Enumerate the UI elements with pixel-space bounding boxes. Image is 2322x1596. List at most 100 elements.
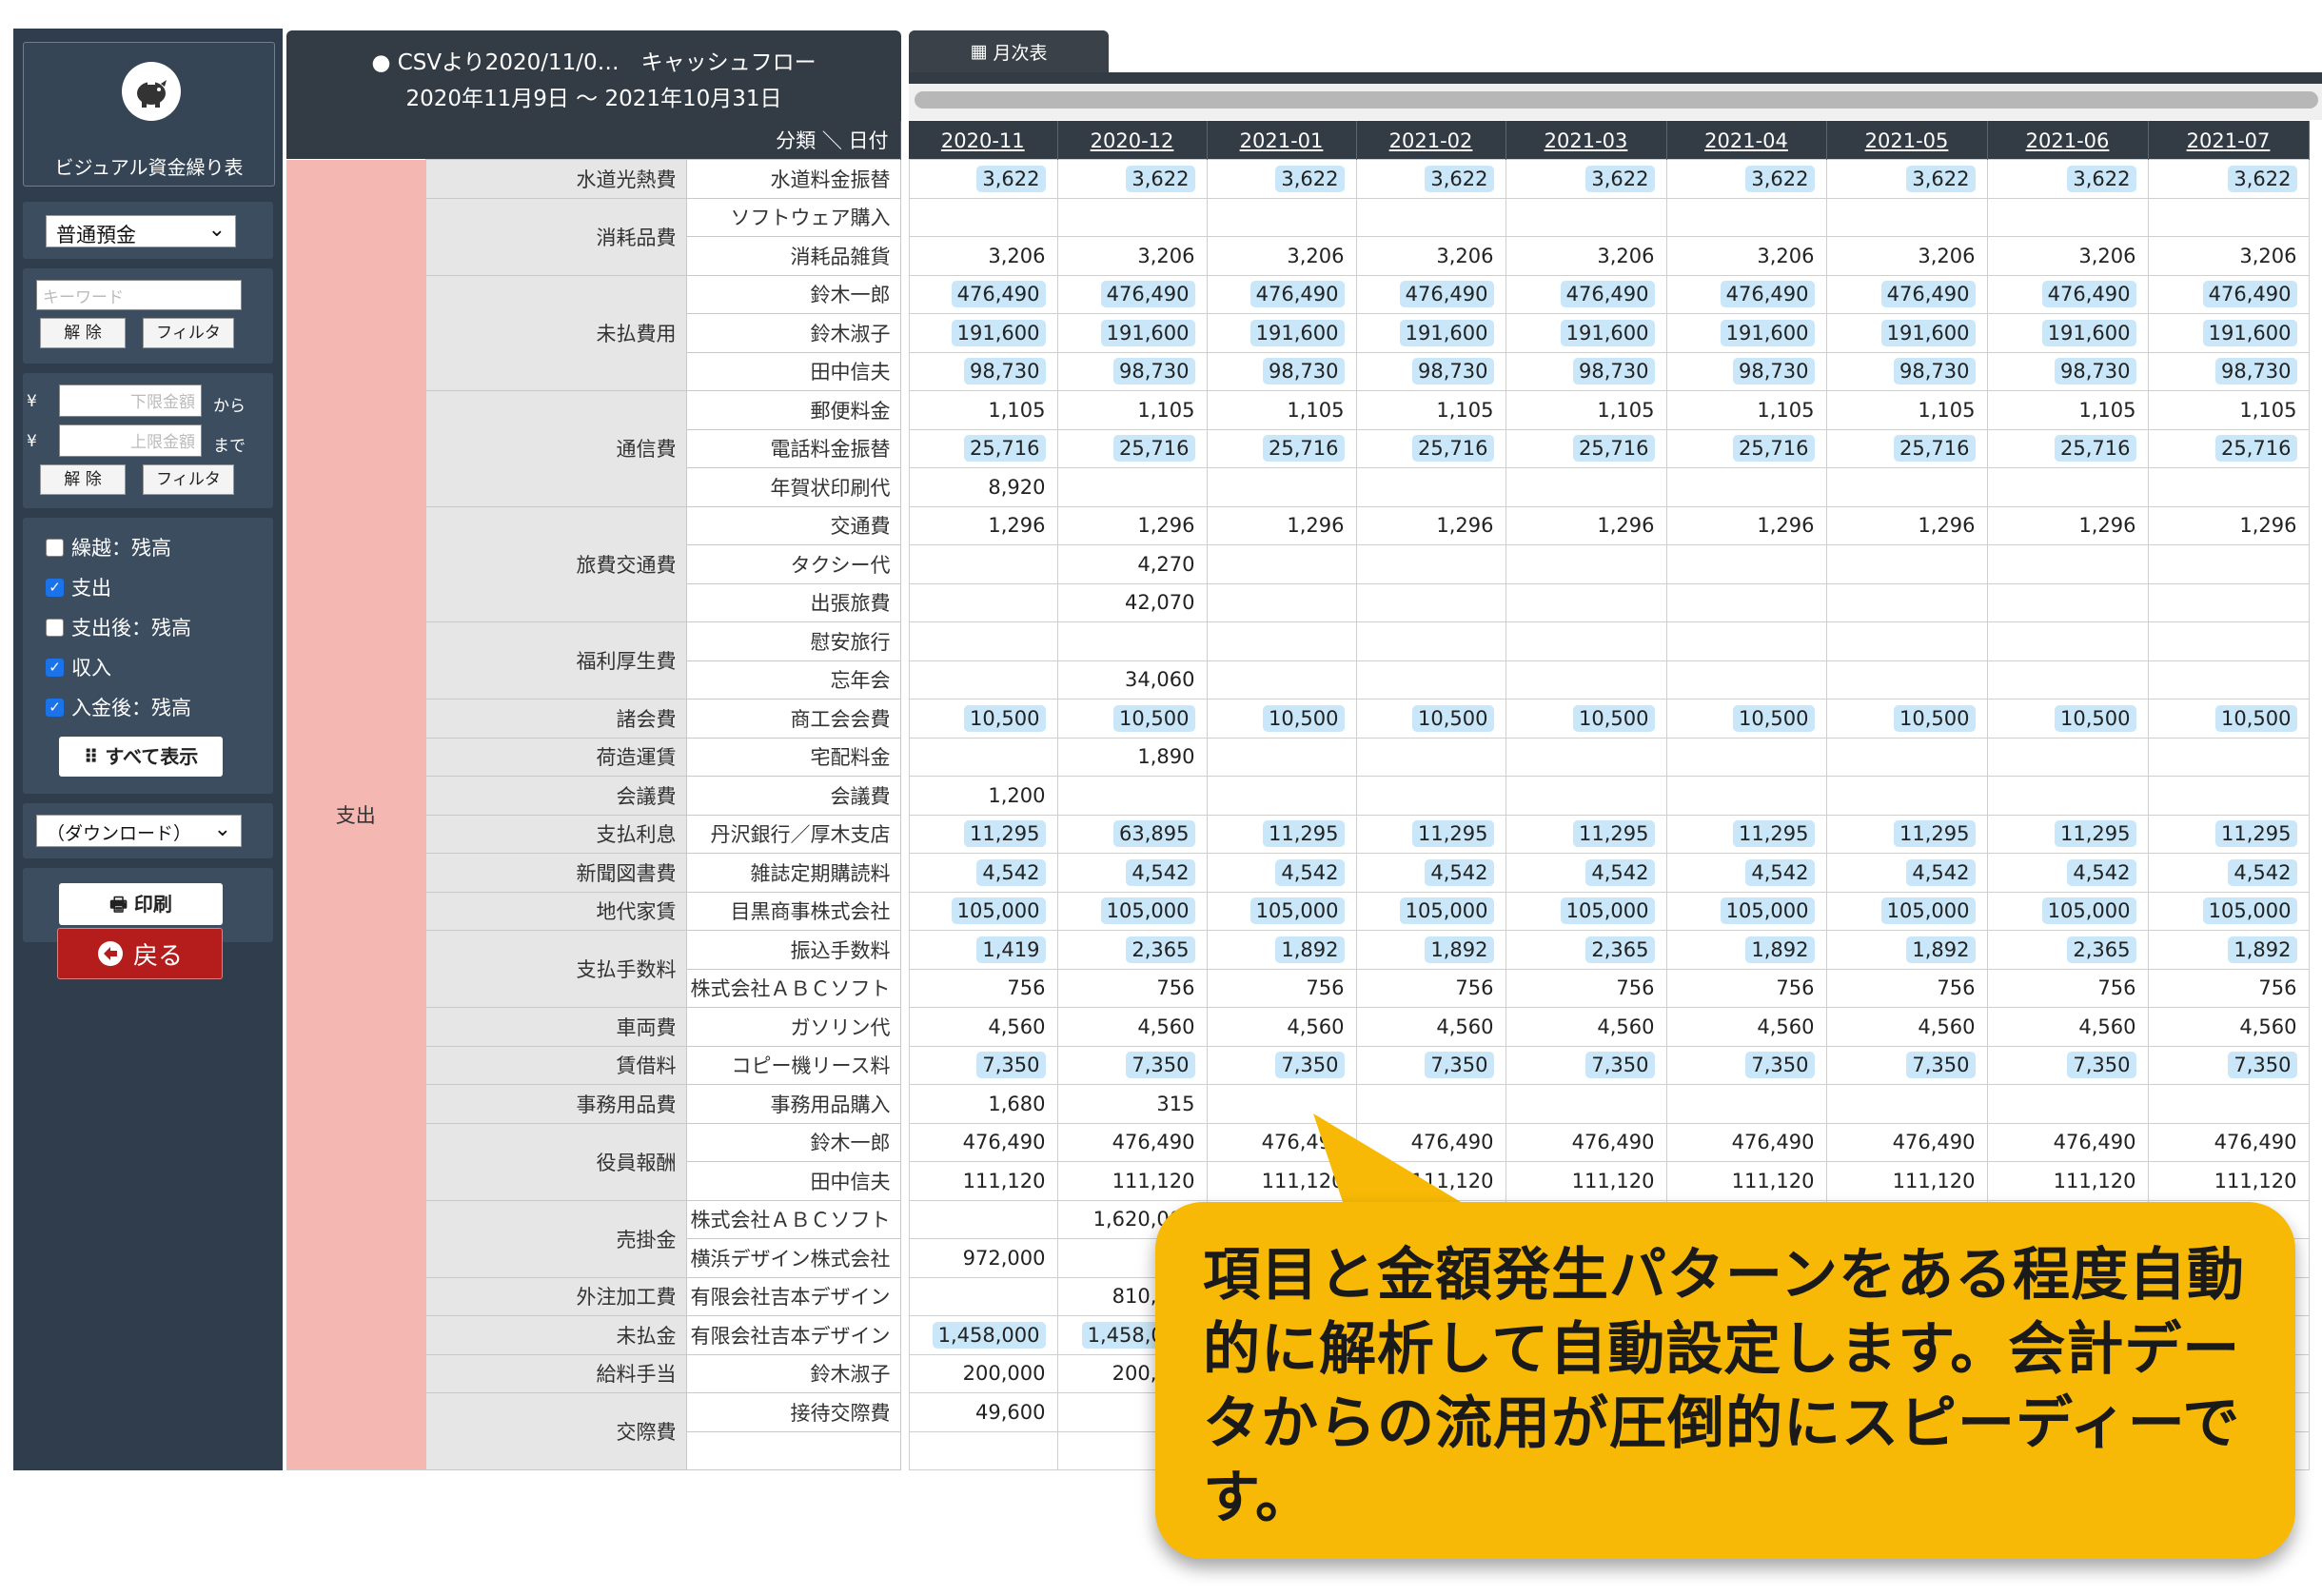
amount-cell[interactable]: 25,716 xyxy=(908,428,1058,468)
amount-cell[interactable]: 7,350 xyxy=(1505,1045,1667,1085)
amount-cell[interactable]: 105,000 xyxy=(1056,891,1208,931)
check-after-income-balance[interactable]: 入金後：残高 xyxy=(46,693,191,721)
category-cell[interactable]: 水道光熱費 xyxy=(424,159,687,199)
subcategory-cell[interactable]: 電話料金振替 xyxy=(685,428,901,468)
amount-cell[interactable]: 1,296 xyxy=(1355,505,1506,545)
amount-cell[interactable]: 10,500 xyxy=(1355,699,1506,739)
amount-cell[interactable]: 8,920 xyxy=(908,467,1058,507)
amount-cell[interactable] xyxy=(1505,1084,1667,1124)
amount-cell[interactable]: 1,105 xyxy=(1825,390,1988,430)
amount-cell[interactable]: 111,120 xyxy=(1505,1161,1667,1201)
amount-cell[interactable]: 1,892 xyxy=(2147,930,2310,970)
amount-cell[interactable]: 476,490 xyxy=(1505,1122,1667,1162)
subcategory-cell[interactable]: ガソリン代 xyxy=(685,1007,901,1047)
amount-cell[interactable]: 191,600 xyxy=(1355,313,1506,353)
amount-cell[interactable] xyxy=(908,621,1058,661)
amount-cell[interactable]: 756 xyxy=(1206,968,1357,1008)
amount-cell[interactable]: 1,296 xyxy=(1986,505,2149,545)
amount-cell[interactable]: 756 xyxy=(908,968,1058,1008)
checkbox[interactable] xyxy=(46,658,64,677)
amount-cell[interactable] xyxy=(1505,467,1667,507)
amount-cell[interactable] xyxy=(1986,776,2149,816)
amount-cell[interactable]: 4,542 xyxy=(1986,853,2149,893)
amount-cell[interactable] xyxy=(1825,660,1988,699)
amount-cell[interactable] xyxy=(1665,467,1827,507)
amount-cell[interactable]: 105,000 xyxy=(1206,891,1357,931)
amount-cell[interactable]: 3,622 xyxy=(1986,159,2149,199)
category-cell[interactable]: 車両費 xyxy=(424,1007,687,1047)
amount-cell[interactable]: 3,206 xyxy=(1505,236,1667,276)
amount-cell[interactable]: 191,600 xyxy=(1206,313,1357,353)
amount-cell[interactable]: 476,490 xyxy=(1056,274,1208,314)
month-header[interactable]: 2021-05 xyxy=(1826,121,1988,160)
amount-cell[interactable] xyxy=(1505,776,1667,816)
amount-cell[interactable]: 476,490 xyxy=(1986,1122,2149,1162)
amount-cell[interactable] xyxy=(1206,197,1357,237)
amount-cell[interactable]: 3,622 xyxy=(1505,159,1667,199)
checkbox[interactable] xyxy=(46,538,64,557)
amount-cell[interactable] xyxy=(908,660,1058,699)
amount-cell[interactable] xyxy=(1505,544,1667,584)
amount-cell[interactable]: 1,892 xyxy=(1355,930,1506,970)
amount-cell[interactable]: 10,500 xyxy=(1206,699,1357,739)
amount-cell[interactable] xyxy=(1355,197,1506,237)
amount-cell[interactable]: 7,350 xyxy=(1825,1045,1988,1085)
amount-cell[interactable]: 1,105 xyxy=(1505,390,1667,430)
amount-cell[interactable] xyxy=(1986,197,2149,237)
month-header[interactable]: 2021-04 xyxy=(1666,121,1827,160)
amount-cell[interactable]: 98,730 xyxy=(1206,351,1357,391)
amount-cell[interactable]: 10,500 xyxy=(1056,699,1208,739)
amount-cell[interactable]: 3,206 xyxy=(908,236,1058,276)
amount-cell[interactable]: 191,600 xyxy=(908,313,1058,353)
category-cell[interactable]: 会議費 xyxy=(424,776,687,816)
download-select[interactable]: （ダウンロード） ⌄ xyxy=(36,815,242,847)
amount-cell[interactable]: 11,295 xyxy=(1206,814,1357,854)
amount-cell[interactable]: 10,500 xyxy=(1505,699,1667,739)
app-logo-box[interactable]: ビジュアル資金繰り表 xyxy=(23,42,275,187)
subcategory-cell[interactable]: 田中信夫 xyxy=(685,351,901,391)
amount-cell[interactable] xyxy=(1665,544,1827,584)
month-header[interactable]: 2021-03 xyxy=(1505,121,1667,160)
amount-cell[interactable]: 1,296 xyxy=(1505,505,1667,545)
amount-cell[interactable]: 25,716 xyxy=(2147,428,2310,468)
amount-cell[interactable]: 111,120 xyxy=(1825,1161,1988,1201)
subcategory-cell[interactable]: 株式会社ＡＢＣソフト xyxy=(685,1199,901,1239)
amount-cell[interactable]: 25,716 xyxy=(1355,428,1506,468)
amount-cell[interactable]: 10,500 xyxy=(1986,699,2149,739)
amount-cell[interactable] xyxy=(1056,621,1208,661)
amount-cell[interactable]: 7,350 xyxy=(1665,1045,1827,1085)
checkbox[interactable] xyxy=(46,698,64,717)
show-all-button[interactable]: ⠿ すべて表示 xyxy=(59,737,223,777)
subcategory-cell[interactable]: 横浜デザイン株式会社 xyxy=(685,1238,901,1278)
amount-cell[interactable]: 1,296 xyxy=(908,505,1058,545)
subcategory-cell[interactable]: 慰安旅行 xyxy=(685,621,901,661)
amount-cell[interactable]: 1,296 xyxy=(1665,505,1827,545)
amount-cell[interactable] xyxy=(1355,467,1506,507)
subcategory-cell[interactable]: ソフトウェア購入 xyxy=(685,197,901,237)
amount-cell[interactable] xyxy=(2147,621,2310,661)
amount-cell[interactable]: 3,206 xyxy=(1355,236,1506,276)
amount-cell[interactable] xyxy=(1665,660,1827,699)
amount-cell[interactable] xyxy=(1986,621,2149,661)
amount-cell[interactable]: 476,490 xyxy=(1665,1122,1827,1162)
amount-cell[interactable]: 98,730 xyxy=(1986,351,2149,391)
amount-cell[interactable]: 191,600 xyxy=(1825,313,1988,353)
subcategory-cell[interactable]: 目黒商事株式会社 xyxy=(685,891,901,931)
amount-cell[interactable]: 1,419 xyxy=(908,930,1058,970)
amount-cell[interactable]: 4,542 xyxy=(1206,853,1357,893)
amount-cell[interactable]: 98,730 xyxy=(1056,351,1208,391)
amount-cell[interactable]: 105,000 xyxy=(1355,891,1506,931)
amount-cell[interactable]: 191,600 xyxy=(1056,313,1208,353)
amount-cell[interactable]: 1,296 xyxy=(2147,505,2310,545)
amount-cell[interactable] xyxy=(2147,1084,2310,1124)
amount-cell[interactable] xyxy=(2147,660,2310,699)
amount-cell[interactable]: 111,120 xyxy=(908,1161,1058,1201)
amount-cell[interactable]: 1,105 xyxy=(1355,390,1506,430)
amount-cell[interactable]: 98,730 xyxy=(1355,351,1506,391)
subcategory-cell[interactable]: 消耗品雑貨 xyxy=(685,236,901,276)
amount-clear-button[interactable]: 解 除 xyxy=(40,464,126,495)
category-cell[interactable]: 諸会費 xyxy=(424,699,687,739)
back-button[interactable]: 戻る xyxy=(57,928,223,979)
amount-cell[interactable]: 42,070 xyxy=(1056,582,1208,622)
amount-cell[interactable]: 3,622 xyxy=(1355,159,1506,199)
